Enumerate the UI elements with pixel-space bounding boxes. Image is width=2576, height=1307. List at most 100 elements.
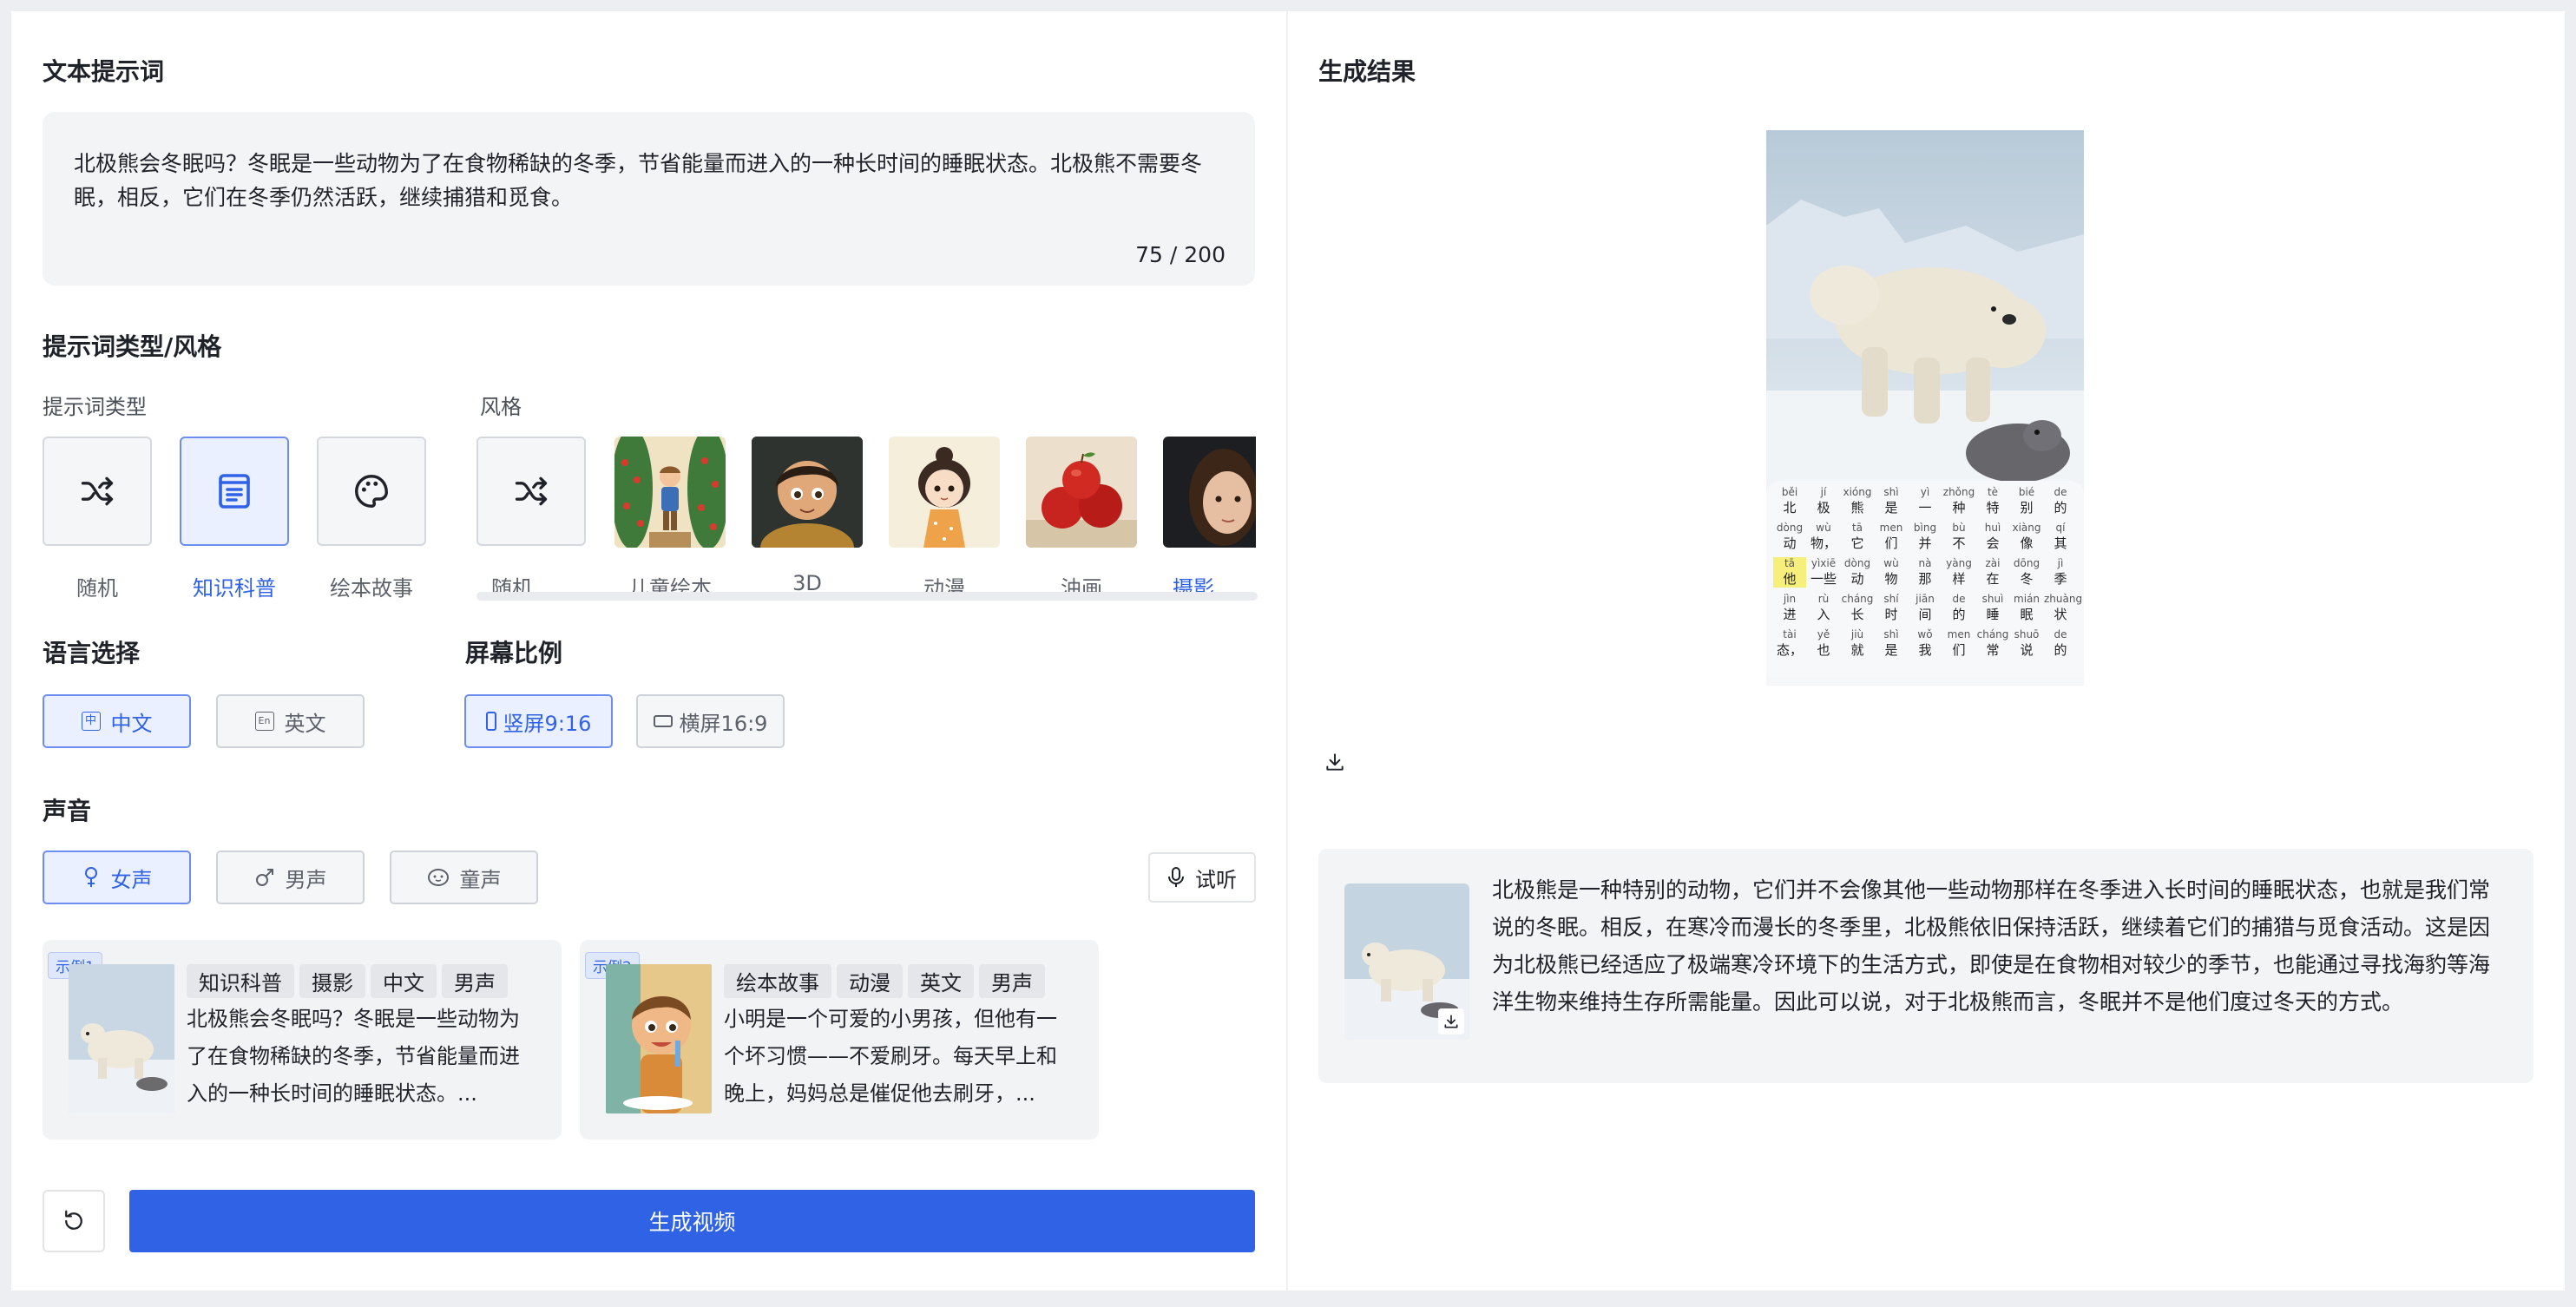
hanzi: 也: [1817, 642, 1830, 658]
example-card-1[interactable]: 示例1 知识科普摄影中文男声 北极熊会冬眠吗？冬眠是一些动物为了在食物稀缺的冬季…: [43, 940, 562, 1140]
hanzi: 极: [1817, 500, 1830, 516]
pinyin: yàng: [1946, 557, 1972, 569]
example-chip: 摄影: [299, 964, 365, 998]
style-label: 风格: [480, 395, 522, 419]
pinyin: tài: [1783, 628, 1797, 640]
hanzi: 的: [1952, 607, 1966, 622]
example-chip: 绘本故事: [724, 964, 831, 998]
pinyin: jí: [1820, 486, 1827, 498]
pinyin: dòng: [1843, 557, 1871, 569]
pinyin: shuì: [1981, 593, 2004, 605]
hanzi: 物: [1884, 571, 1898, 587]
voice-male-button[interactable]: 男声: [216, 851, 365, 904]
pinyin: de: [1952, 593, 1966, 605]
female-icon: [84, 867, 97, 887]
hanzi: 不: [1952, 535, 1966, 551]
hanzi: 它: [1850, 535, 1864, 551]
language-english-button[interactable]: En 英文: [216, 694, 365, 748]
language-title: 语言选择: [43, 639, 141, 667]
style-oilpainting-thumb[interactable]: [1026, 437, 1137, 548]
example-chip: 男声: [979, 964, 1045, 998]
result-history-card[interactable]: 北极熊是一种特别的动物，它们并不会像其他一些动物那样在冬季进入长时间的睡眠状态，…: [1318, 849, 2533, 1083]
hanzi: 是: [1884, 500, 1898, 516]
hanzi: 的: [2054, 500, 2067, 516]
voice-child-button[interactable]: 童声: [390, 851, 538, 904]
hanzi: 动: [1783, 535, 1797, 551]
voice-child-label: 童声: [459, 867, 502, 892]
voice-female-button[interactable]: 女声: [43, 851, 191, 904]
ratio-landscape-button[interactable]: 横屏16:9: [636, 694, 785, 748]
language-english-label: 英文: [284, 711, 326, 736]
hanzi: 长: [1850, 607, 1864, 622]
subtitle-hanzi-row-2: 动物， 它 们 并 不 会 像 其: [1766, 534, 2084, 552]
download-icon: [1326, 753, 1344, 771]
thumb-download-button[interactable]: [1438, 1008, 1464, 1034]
ratio-title: 屏幕比例: [465, 639, 563, 667]
prompt-textarea[interactable]: 北极熊会冬眠吗？冬眠是一些动物为了在食物稀缺的冬季，节省能量而进入的一种长时间的…: [43, 112, 1255, 286]
pinyin: qí: [2055, 522, 2066, 534]
pinyin: de: [2054, 486, 2067, 498]
style-scrollbar[interactable]: [476, 592, 1258, 601]
ratio-portrait-button[interactable]: 竖屏9:16: [464, 694, 613, 748]
article-icon: [219, 474, 250, 509]
style-picturebook-thumb[interactable]: [614, 437, 726, 548]
child-icon: [427, 869, 449, 886]
pinyin: wù: [1816, 522, 1831, 534]
hanzi: 那: [1918, 571, 1932, 587]
download-button[interactable]: [1322, 749, 1348, 775]
reset-button[interactable]: [43, 1190, 105, 1252]
pinyin: jìn: [1783, 593, 1797, 605]
type-science-tile[interactable]: [180, 437, 289, 546]
hanzi: 种: [1952, 500, 1966, 516]
ratio-portrait-label: 竖屏9:16: [503, 711, 592, 736]
shuffle-icon: [515, 476, 548, 506]
video-preview[interactable]: běi jí xióng shì yì zhǒng tè bié de 北极熊是一种特别的 dò…: [1766, 130, 2084, 686]
hanzi: 就: [1850, 642, 1864, 658]
hanzi: 状: [2054, 607, 2067, 622]
type-random-tile[interactable]: [43, 437, 152, 546]
example-1-thumb: [69, 964, 174, 1113]
landscape-icon: [653, 715, 673, 727]
voice-male-label: 男声: [285, 867, 327, 892]
pinyin: jì: [2057, 557, 2064, 569]
pinyin: dōng: [2013, 557, 2040, 569]
hanzi: 他: [1773, 569, 1806, 588]
language-chinese-button[interactable]: 中 中文: [43, 694, 191, 748]
example-chip: 男声: [442, 964, 508, 998]
example-2-text: 小明是一个可爱的小男孩，但他有一个坏习惯——不爱刷牙。每天早上和晚上，妈妈总是催…: [724, 1007, 1057, 1106]
style-photo-thumb[interactable]: [1163, 437, 1256, 548]
pinyin: shí: [1883, 593, 1899, 605]
style-anime-thumb[interactable]: [889, 437, 1000, 548]
result-thumb[interactable]: [1344, 883, 1469, 1040]
hanzi: 特: [1986, 500, 2000, 516]
hanzi: 会: [1986, 535, 2000, 551]
hanzi: 别: [2020, 500, 2034, 516]
type-random-label: 随机: [76, 576, 118, 601]
example-card-2[interactable]: 示例2 绘本故事动漫英文男声 小明是一个可爱的小男孩，但他有一个坏习惯——不爱刷…: [580, 940, 1099, 1140]
generate-video-button[interactable]: 生成视频: [129, 1190, 1255, 1252]
example-chip: 英文: [908, 964, 974, 998]
prompt-text[interactable]: 北极熊会冬眠吗？冬眠是一些动物为了在食物稀缺的冬季，节省能量而进入的一种长时间的…: [74, 147, 1228, 214]
type-science-label: 知识科普: [193, 576, 276, 601]
hanzi: 一: [1918, 500, 1932, 516]
hanzi: 物，: [1810, 535, 1837, 551]
hanzi: 眠: [2020, 607, 2034, 622]
hanzi: 的: [2054, 642, 2067, 658]
subtitle-pinyin-row-2: dòng wù tā men bìng bù huì xiàng qí: [1766, 522, 2084, 534]
hanzi: 熊: [1850, 500, 1864, 516]
english-icon: En: [254, 712, 274, 731]
polar-bear-image: [69, 964, 174, 1113]
pinyin: mián: [2014, 593, 2040, 605]
listen-button[interactable]: 试听: [1148, 852, 1256, 903]
portrait-icon: [485, 712, 496, 731]
subtitle-hanzi-row-4: 进入长时间的睡眠状: [1766, 605, 2084, 623]
style-3d-thumb[interactable]: [752, 437, 863, 548]
cartoon-boy-image: [606, 964, 712, 1113]
style-random-tile[interactable]: [476, 437, 586, 546]
pinyin: cháng: [1976, 628, 2009, 640]
photo-girl-image: [1163, 437, 1256, 548]
type-story-label: 绘本故事: [330, 576, 413, 601]
pinyin: bù: [1952, 522, 1966, 534]
pinyin: běi: [1781, 486, 1798, 498]
type-story-tile[interactable]: [317, 437, 426, 546]
